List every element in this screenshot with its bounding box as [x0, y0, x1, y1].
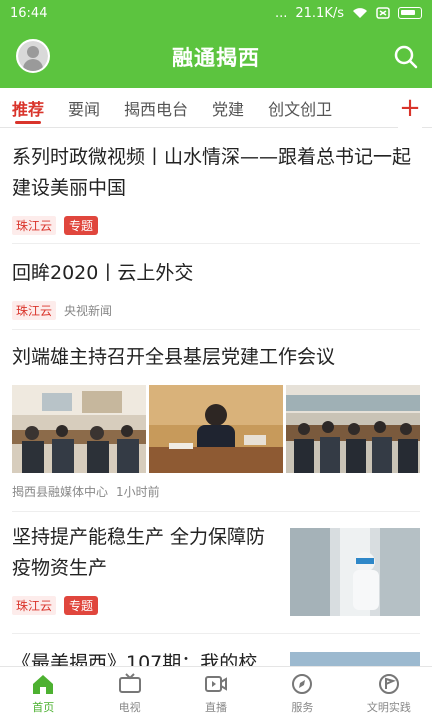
photo-row [12, 385, 420, 473]
app-header: 融通揭西 [0, 26, 432, 88]
tv-icon [118, 672, 141, 693]
live-icon [205, 675, 228, 692]
battery-icon [398, 7, 422, 19]
list-item[interactable]: 回眸2020丨云上外交 珠江云 央视新闻 [12, 258, 420, 330]
article-thumbnail[interactable] [290, 652, 420, 666]
nav-civilization[interactable]: 文明实践 [346, 667, 432, 720]
meeting-photo[interactable] [149, 385, 283, 473]
article-headline[interactable]: 坚持提产能稳生产 全力保障防疫物资生产 [12, 522, 276, 584]
avatar-icon[interactable] [16, 39, 50, 73]
article-headline[interactable]: 《最美揭西》107期：我的校 [12, 648, 276, 666]
timestamp: 1小时前 [116, 485, 160, 499]
topic-badge: 专题 [64, 216, 99, 235]
source-tag: 珠江云 [12, 301, 57, 320]
list-item[interactable]: 系列时政微视频丨山水情深——跟着总书记一起建设美丽中国 珠江云 专题 [12, 142, 420, 244]
home-icon [33, 674, 54, 694]
sim-icon [376, 7, 390, 19]
source-tag: 珠江云 [12, 216, 57, 235]
status-bar: 16:44 ... 21.1K/s [0, 0, 432, 26]
network-speed: 21.1K/s [295, 5, 344, 21]
list-item[interactable]: 刘端雄主持召开全县基层党建工作会议 揭西县融媒体中心 1小时前 [12, 342, 420, 512]
tab-recommend[interactable]: 推荐 [0, 88, 56, 128]
source-tag: 珠江云 [12, 596, 57, 615]
article-thumbnail[interactable] [290, 528, 420, 616]
nav-tv[interactable]: 电视 [86, 667, 172, 720]
tab-civilization[interactable]: 创文创卫 [256, 88, 344, 128]
topic-badge: 专题 [64, 596, 99, 615]
add-channel-icon[interactable]: + [398, 88, 422, 128]
status-dots: ... [274, 5, 288, 21]
nav-service[interactable]: 服务 [259, 667, 345, 720]
search-icon[interactable] [394, 45, 418, 69]
publisher: 央视新闻 [64, 304, 113, 318]
nav-live[interactable]: 直播 [173, 667, 259, 720]
article-headline[interactable]: 系列时政微视频丨山水情深——跟着总书记一起建设美丽中国 [12, 142, 420, 204]
publisher: 揭西县融媒体中心 [12, 485, 109, 499]
bottom-nav: 首页 电视 直播 服务 文明实践 [0, 666, 432, 720]
compass-icon [292, 673, 313, 694]
tab-party[interactable]: 党建 [200, 88, 256, 128]
article-headline[interactable]: 刘端雄主持召开全县基层党建工作会议 [12, 342, 420, 373]
flag-icon [378, 673, 399, 694]
app-title: 融通揭西 [172, 46, 260, 70]
nav-home[interactable]: 首页 [0, 667, 86, 720]
channel-tabs: 推荐 要闻 揭西电台 党建 创文创卫 + [0, 88, 432, 128]
status-time: 16:44 [10, 5, 48, 21]
list-item[interactable]: 《最美揭西》107期：我的校 [12, 648, 420, 666]
wifi-icon [353, 8, 367, 18]
news-feed: 系列时政微视频丨山水情深——跟着总书记一起建设美丽中国 珠江云 专题 回眸202… [0, 128, 432, 666]
tab-news[interactable]: 要闻 [56, 88, 112, 128]
tab-radio[interactable]: 揭西电台 [112, 88, 200, 128]
status-indicators: ... 21.1K/s [275, 6, 422, 21]
meeting-photo[interactable] [12, 385, 146, 473]
meeting-photo[interactable] [286, 385, 420, 473]
list-item[interactable]: 坚持提产能稳生产 全力保障防疫物资生产 珠江云 专题 [12, 522, 420, 634]
article-headline[interactable]: 回眸2020丨云上外交 [12, 258, 420, 289]
